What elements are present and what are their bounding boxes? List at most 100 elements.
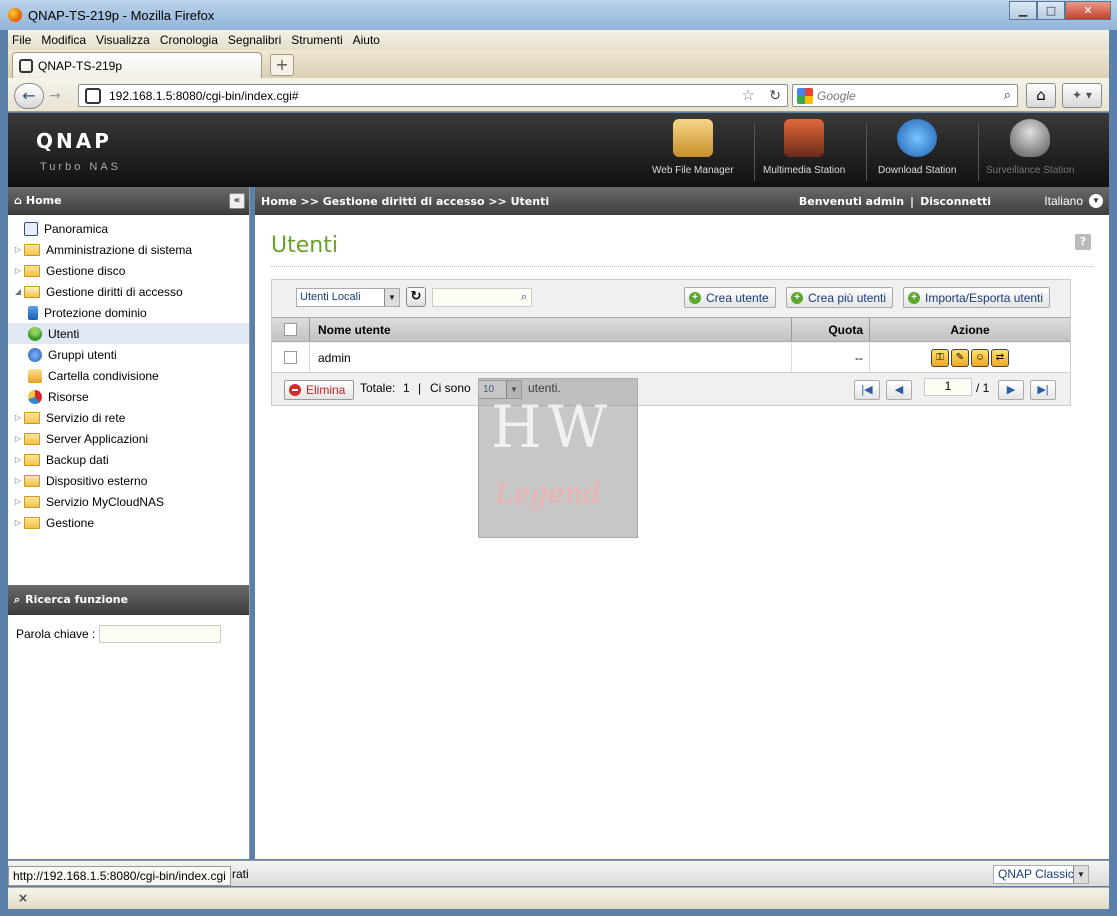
tree-item-dispositivo-esterno[interactable]: ▷ Dispositivo esterno [8,470,249,491]
firefox-icon [8,8,22,22]
close-window-button[interactable]: ✕ [1065,1,1111,20]
bookmark-star-icon[interactable]: ☆ [742,86,755,104]
menu-strumenti[interactable]: Strumenti [291,33,342,47]
user-groups-icon[interactable]: ☺ [971,348,989,367]
maximize-button[interactable]: □ [1037,1,1065,20]
search-icon[interactable]: ⌕ [1004,87,1011,103]
folder-magnifier-icon [672,119,713,157]
menu-file[interactable]: File [12,33,31,47]
site-identity-icon[interactable] [85,87,101,104]
tree-item-risorse[interactable]: Risorse [8,386,249,407]
home-header[interactable]: ⌂ Home « [8,187,249,215]
tree-item-diritti-accesso[interactable]: ◢ Gestione diritti di accesso [8,281,249,302]
browser-status-bar: × [8,887,1109,909]
tree-label: Servizio di rete [46,410,126,425]
expand-arrow-icon[interactable]: ▷ [12,434,24,443]
chevron-down-icon[interactable]: ▼ [1089,194,1103,208]
url-bar[interactable]: 192.168.1.5:8080/cgi-bin/index.cgi# ☆ ↻ [78,84,788,107]
last-page-button[interactable]: ▶| [1030,380,1056,400]
tree-item-utenti[interactable]: Utenti [8,323,249,344]
menu-bar: File Modifica Visualizza Cronologia Segn… [8,30,1109,50]
next-page-icon: ▶ [1006,384,1016,396]
import-export-users-button[interactable]: + Importa/Esporta utenti [903,287,1051,308]
create-user-button[interactable]: + Crea utente [684,287,776,308]
tree-item-panoramica[interactable]: Panoramica [8,218,249,239]
function-search-section: ⌕ Ricerca funzione Parola chiave : [8,585,249,643]
refresh-button[interactable]: ↻ [406,287,426,307]
search-box[interactable]: Google ⌕ [792,84,1018,107]
expand-arrow-icon[interactable]: ▷ [12,266,24,275]
column-header-name[interactable]: Nome utente [310,318,792,341]
shared-folder-permission-icon[interactable]: ⇄ [991,348,1009,367]
menu-aiuto[interactable]: Aiuto [353,33,380,47]
search-icon[interactable]: ⌕ [521,290,527,304]
column-header-quota[interactable]: Quota [792,318,870,341]
user-type-select[interactable]: Utenti Locali ▼ [296,288,400,307]
film-icon [784,119,825,157]
folder-icon [24,432,40,445]
tree-item-cartella-condivisione[interactable]: Cartella condivisione [8,365,249,386]
reload-icon[interactable]: ↻ [769,87,781,104]
forward-button[interactable]: → [46,86,64,106]
menu-segnalibri[interactable]: Segnalibri [228,33,281,47]
menu-visualizza[interactable]: Visualizza [96,33,150,47]
theme-select[interactable]: QNAP Classic ▼ [993,865,1089,884]
tree-item-servizio-rete[interactable]: ▷ Servizio di rete [8,407,249,428]
logout-link[interactable]: Disconnetti [920,195,991,208]
expand-arrow-icon[interactable]: ▷ [12,413,24,422]
keyword-input[interactable] [99,625,222,643]
tree-item-gestione-disco[interactable]: ▷ Gestione disco [8,260,249,281]
chevron-down-icon[interactable]: ▼ [1073,866,1088,883]
url-text[interactable]: 192.168.1.5:8080/cgi-bin/index.cgi# [109,89,298,103]
download-station-link[interactable]: Download Station [878,119,956,185]
table-row[interactable]: admin -- ⚿ ✎ ☺ ⇄ [272,343,1070,373]
key-icon[interactable]: ⚿ [931,348,949,367]
new-tab-button[interactable]: + [270,54,294,76]
tree-item-server-applicazioni[interactable]: ▷ Server Applicazioni [8,428,249,449]
tree-item-backup-dati[interactable]: ▷ Backup dati [8,449,249,470]
row-checkbox[interactable] [284,351,297,364]
edit-icon[interactable]: ✎ [951,348,969,367]
select-all-checkbox[interactable] [284,323,297,336]
google-icon[interactable] [797,87,813,104]
expand-arrow-icon[interactable]: ▷ [12,518,24,527]
expand-arrow-icon[interactable]: ▷ [12,476,24,485]
close-icon[interactable]: × [18,891,28,905]
menu-modifica[interactable]: Modifica [41,33,86,47]
addon-button[interactable]: ✦ ▾ [1062,83,1102,108]
home-button[interactable]: ⌂ [1026,83,1056,108]
next-page-button[interactable]: ▶ [998,380,1024,400]
collapse-arrow-icon[interactable]: ◢ [12,287,24,296]
tree-item-gruppi-utenti[interactable]: Gruppi utenti [8,344,249,365]
expand-arrow-icon[interactable]: ▷ [12,497,24,506]
folder-open-icon [24,285,40,298]
tree-item-amministrazione[interactable]: ▷ Amministrazione di sistema [8,239,249,260]
web-file-manager-link[interactable]: Web File Manager [652,119,734,185]
surveillance-station-link[interactable]: Surveillance Station [986,119,1074,185]
station-label: Web File Manager [652,165,734,176]
delete-button[interactable]: Elimina [284,380,355,400]
tree-item-mycloudnas[interactable]: ▷ Servizio MyCloudNAS [8,491,249,512]
menu-cronologia[interactable]: Cronologia [160,33,218,47]
minimize-button[interactable]: ▁ [1009,1,1037,20]
tree-label: Server Applicazioni [46,431,149,446]
grid-footer: Elimina Totale: 1 | Ci sono 10 ▼ utenti.… [272,374,1070,405]
help-icon[interactable]: ? [1075,234,1091,250]
user-filter-input[interactable]: ⌕ [432,288,532,307]
expand-arrow-icon[interactable]: ▷ [12,245,24,254]
language-selector[interactable]: Italiano ▼ [1044,187,1103,215]
create-multiple-users-button[interactable]: + Crea più utenti [786,287,894,308]
prev-page-button[interactable]: ◀ [886,380,912,400]
expand-arrow-icon[interactable]: ▷ [12,455,24,464]
tree-item-protezione-dominio[interactable]: Protezione dominio [8,302,249,323]
search-placeholder[interactable]: Google [817,89,856,103]
first-page-button[interactable]: |◀ [854,380,880,400]
chevron-down-icon[interactable]: ▼ [384,289,399,306]
tab-qnap[interactable]: QNAP-TS-219p [12,52,262,78]
hwlegend-watermark: HW Legend [478,378,638,538]
tree-item-gestione[interactable]: ▷ Gestione [8,512,249,533]
back-button[interactable]: ← [14,83,44,109]
multimedia-station-link[interactable]: Multimedia Station [763,119,845,185]
collapse-button[interactable]: « [229,193,245,209]
page-input[interactable]: 1 [924,378,972,396]
